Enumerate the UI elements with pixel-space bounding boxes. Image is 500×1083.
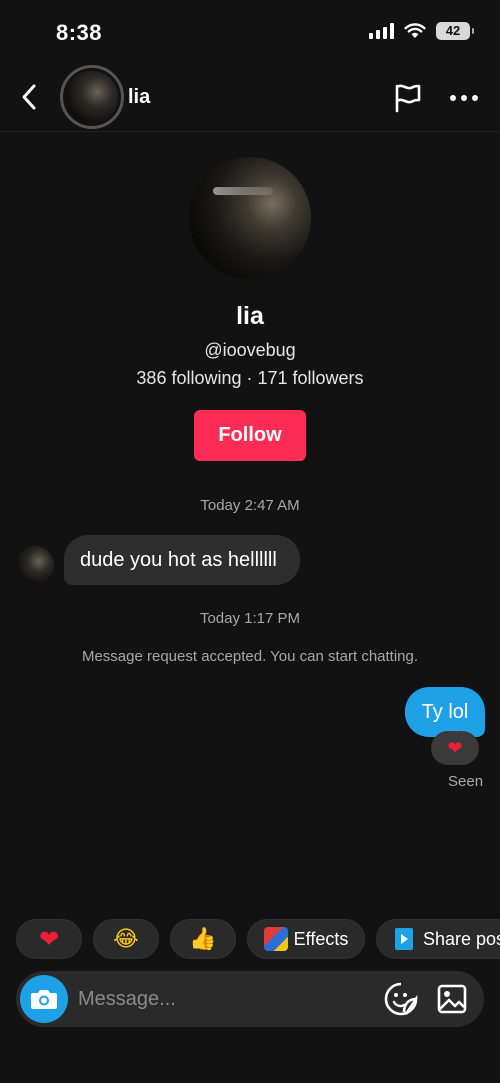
laughing-emoji-icon: 😂 [113,926,139,951]
heart-reaction-badge[interactable]: ❤ [431,731,479,765]
report-button[interactable] [392,82,424,114]
follow-button[interactable]: Follow [194,410,306,461]
share-post-icon [395,928,413,950]
message-timestamp: Today 1:17 PM [199,610,301,627]
chevron-left-icon [22,84,36,110]
outgoing-message-bubble[interactable]: Ty lol [405,687,485,737]
gallery-button[interactable] [436,983,468,1015]
header-avatar[interactable] [60,65,124,129]
seen-status: Seen [448,773,484,790]
incoming-message-bubble[interactable]: dude you hot as hellllll [64,535,300,585]
camera-icon [31,990,57,1009]
profile-name: lia [236,302,264,330]
share-post-button[interactable]: Share post [376,919,500,959]
effects-label: Effects [293,928,349,949]
profile-avatar[interactable] [189,157,311,279]
status-icons: 42 [369,22,474,40]
effects-icon [263,927,288,951]
more-options-button[interactable] [448,86,480,110]
battery-icon: 42 [436,22,474,40]
quick-reply-laugh[interactable]: 😂 [93,919,159,959]
share-post-label: Share post [423,928,500,949]
heart-emoji-icon: ❤ [38,925,60,953]
back-button[interactable] [14,80,44,114]
message-timestamp: Today 2:47 AM [200,497,300,514]
flag-icon [395,84,421,113]
quick-reply-bar: ❤ 😂 👍 Effects Share post [0,919,500,961]
image-icon [437,984,467,1014]
chat-header: lia [0,64,500,132]
effects-button[interactable]: Effects [247,919,365,959]
message-input[interactable] [78,979,368,1019]
camera-button[interactable] [20,975,68,1023]
profile-handle: @ioovebug [204,340,296,360]
more-dots-icon [450,95,478,101]
sender-avatar[interactable] [16,546,54,584]
system-message: Message request accepted. You can start … [81,648,419,665]
quick-reply-thumbs-up[interactable]: 👍 [170,919,236,959]
thumbs-up-emoji-icon: 👍 [189,926,217,951]
sticker-button[interactable] [384,982,418,1016]
sticker-icon [384,982,418,1016]
profile-stats: 386 following · 171 followers [136,368,364,388]
message-composer [16,971,484,1027]
header-username[interactable]: lia [128,86,150,109]
wifi-icon [404,23,426,38]
status-bar: 8:38 42 [0,0,500,64]
cellular-signal-icon [369,23,394,39]
quick-reply-heart[interactable]: ❤ [16,919,82,959]
status-time: 8:38 [56,20,103,45]
